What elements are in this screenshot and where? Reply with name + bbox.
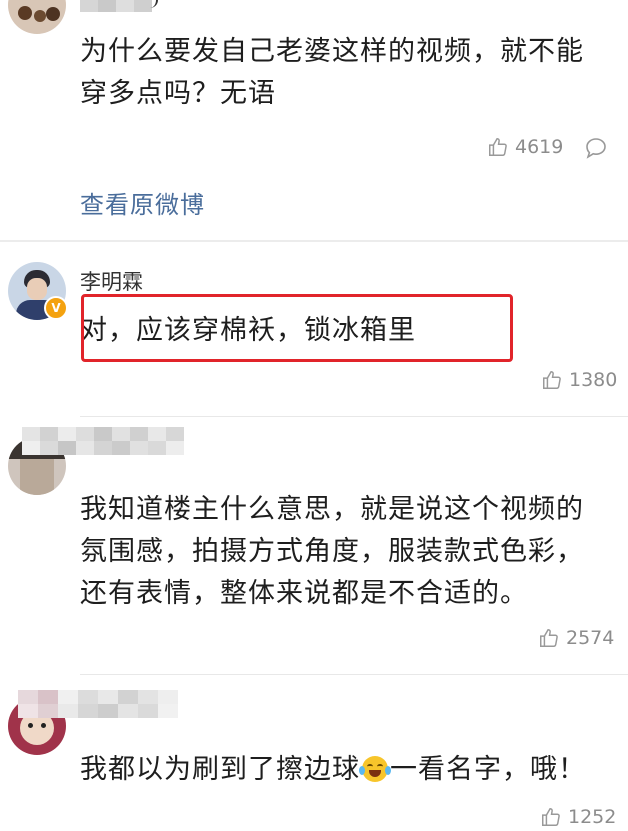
like-button[interactable]: 1252: [540, 806, 616, 828]
like-count: 2574: [566, 627, 615, 649]
comment-text-part-1: 我都以为刷到了擦边球: [80, 754, 360, 785]
thumbs-up-icon: [543, 371, 561, 389]
view-original-weibo-link[interactable]: 查看原微博: [80, 185, 205, 220]
divider: [80, 674, 628, 675]
like-button[interactable]: 4619: [487, 136, 563, 158]
comment-text-line-1: 我知道楼主什么意思，就是说这个视频的: [80, 494, 584, 525]
reply-icon[interactable]: [584, 136, 608, 164]
comment-text-line-1: 我都以为刷到了擦边球 一看名字，哦！: [80, 749, 586, 791]
verified-badge: V: [44, 296, 68, 320]
username-mosaic: [80, 0, 152, 12]
more-icon[interactable]: [148, 0, 158, 8]
section-divider: [0, 240, 628, 242]
laughing-crying-emoji-icon: [359, 756, 391, 782]
like-button[interactable]: 2574: [538, 627, 614, 649]
highlight-box: [81, 294, 513, 362]
username-mosaic: [22, 427, 184, 455]
like-count: 1252: [568, 806, 617, 828]
comment-text-part-2: 一看名字，哦！: [390, 754, 586, 785]
avatar[interactable]: [8, 0, 66, 34]
divider: [80, 416, 628, 417]
thumbs-up-icon: [542, 808, 560, 826]
like-button[interactable]: 1380: [541, 369, 617, 391]
comment-text-line-2: 氛围感，拍摄方式角度，服装款式色彩，: [80, 536, 584, 567]
thumbs-up-icon: [489, 138, 507, 156]
comment-author[interactable]: 李明霖: [80, 266, 143, 296]
comment-text-line-1: 为什么要发自己老婆这样的视频，就不能: [80, 36, 584, 67]
like-count: 4619: [515, 136, 564, 158]
like-count: 1380: [569, 369, 618, 391]
thumbs-up-icon: [540, 629, 558, 647]
comment-text-line-2: 穿多点吗？无语: [80, 78, 276, 109]
username-mosaic: [18, 690, 178, 718]
comment-text-line-3: 还有表情，整体来说都是不合适的。: [80, 578, 528, 609]
